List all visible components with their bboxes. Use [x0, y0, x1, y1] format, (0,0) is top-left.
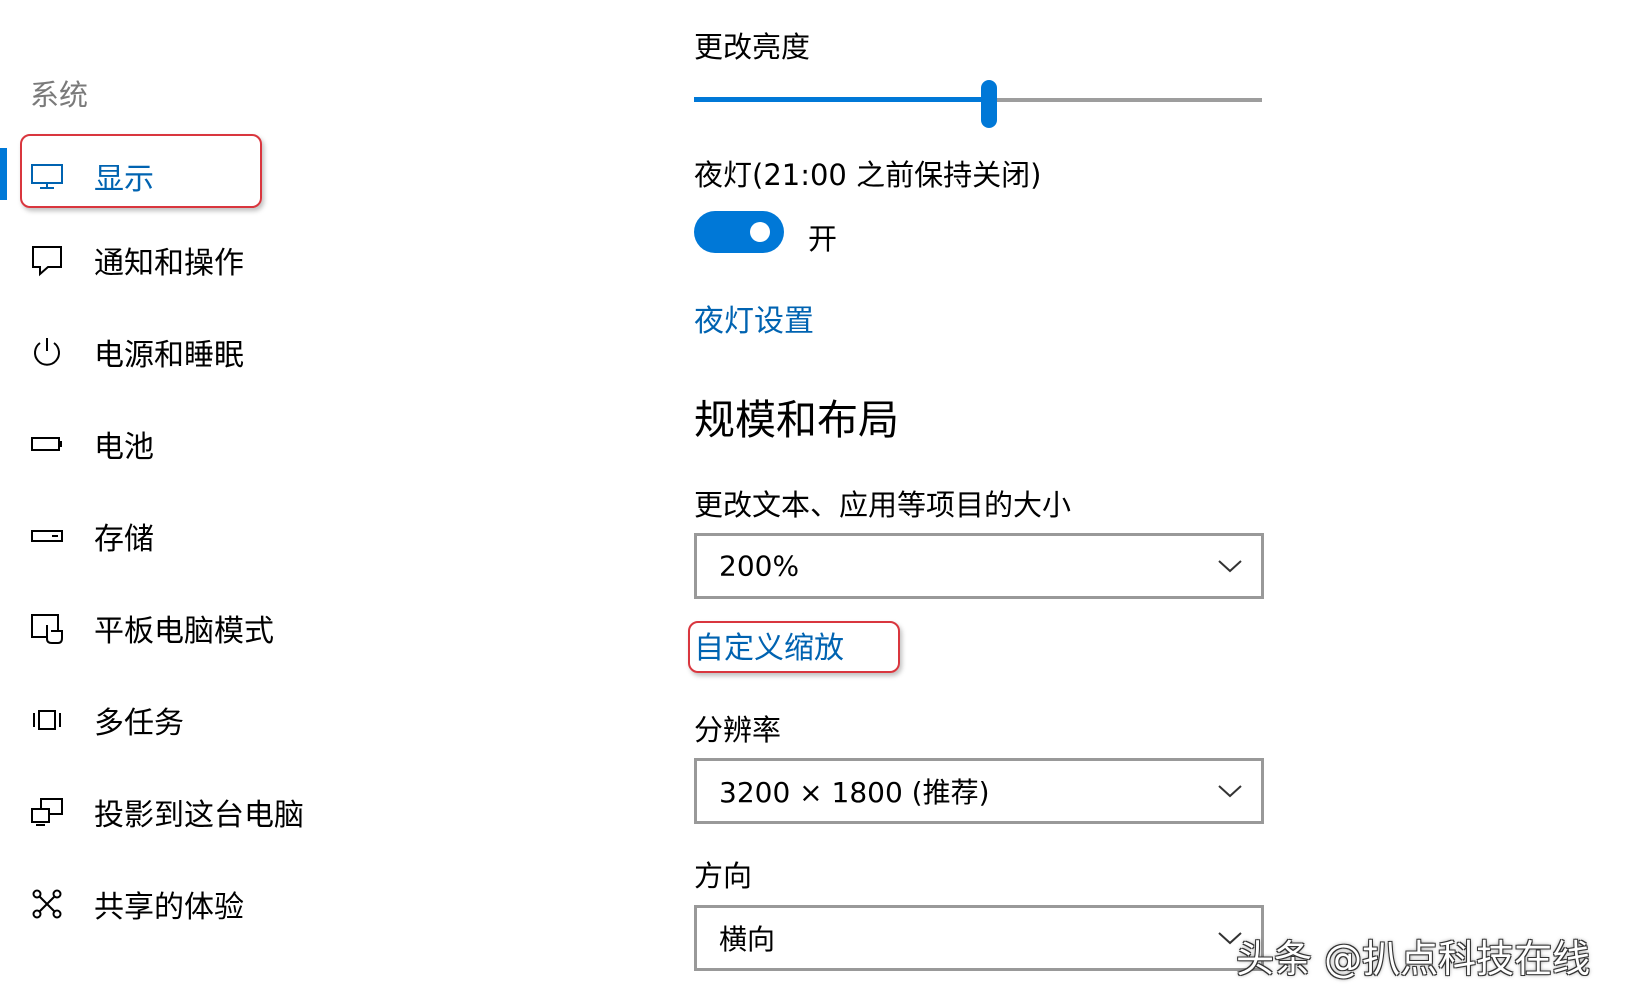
dropdown-value: 横向 [719, 923, 776, 956]
slider-fill [694, 97, 990, 102]
custom-scaling-link[interactable]: 自定义缩放 [694, 623, 844, 667]
sidebar-item-label: 通知和操作 [94, 246, 244, 281]
storage-icon [30, 519, 64, 553]
sidebar-item-label: 显示 [94, 162, 154, 197]
dropdown-value: 3200 × 1800 (推荐) [719, 776, 990, 809]
sidebar-item-storage[interactable]: 存储 [0, 501, 600, 571]
sidebar-item-battery[interactable]: 电池 [0, 409, 600, 479]
night-light-toggle[interactable] [694, 211, 784, 253]
sidebar-item-label: 存储 [94, 522, 154, 557]
sidebar-item-multitasking[interactable]: 多任务 [0, 685, 600, 755]
notification-icon [30, 243, 64, 277]
sidebar-item-power-sleep[interactable]: 电源和睡眠 [0, 317, 600, 387]
slider-thumb[interactable] [981, 80, 998, 128]
resolution-dropdown[interactable]: 3200 × 1800 (推荐) [694, 758, 1264, 824]
chevron-down-icon [1217, 783, 1243, 799]
sidebar-item-label: 共享的体验 [94, 890, 244, 925]
orientation-dropdown[interactable]: 横向 [694, 905, 1264, 971]
watermark: 头条 @扒点科技在线 [1236, 937, 1591, 981]
sidebar-item-label: 多任务 [94, 706, 184, 741]
power-icon [30, 335, 64, 369]
orientation-label: 方向 [694, 859, 753, 893]
toggle-state-label: 开 [808, 222, 838, 256]
night-light-label: 夜灯(21:00 之前保持关闭) [694, 158, 1042, 192]
night-light-settings-link[interactable]: 夜灯设置 [694, 296, 814, 340]
sidebar-item-tablet-mode[interactable]: 平板电脑模式 [0, 593, 600, 663]
sidebar-item-label: 电源和睡眠 [94, 338, 244, 373]
brightness-label: 更改亮度 [694, 30, 811, 64]
battery-icon [30, 427, 64, 461]
scale-dropdown[interactable]: 200% [694, 533, 1264, 599]
brightness-slider[interactable] [694, 80, 1262, 128]
toggle-knob [750, 222, 770, 242]
tablet-mode-icon [30, 611, 64, 645]
resolution-label: 分辨率 [694, 713, 782, 747]
sidebar-item-display[interactable]: 显示 [0, 141, 600, 211]
chevron-down-icon [1217, 558, 1243, 574]
dropdown-value: 200% [719, 549, 800, 583]
shared-experiences-icon [30, 887, 64, 921]
sidebar-item-label: 电池 [94, 430, 154, 465]
scale-section-title: 规模和布局 [694, 396, 899, 444]
sidebar-heading: 系统 [30, 78, 89, 112]
sidebar-item-label: 投影到这台电脑 [94, 798, 304, 833]
projecting-icon [30, 795, 64, 829]
multitasking-icon [30, 703, 64, 737]
sidebar-item-label: 平板电脑模式 [94, 614, 274, 649]
monitor-icon [30, 159, 64, 193]
sidebar-item-notifications[interactable]: 通知和操作 [0, 225, 600, 295]
scale-label: 更改文本、应用等项目的大小 [694, 488, 1072, 522]
sidebar-item-shared-experiences[interactable]: 共享的体验 [0, 869, 600, 939]
sidebar-item-projecting[interactable]: 投影到这台电脑 [0, 777, 600, 847]
